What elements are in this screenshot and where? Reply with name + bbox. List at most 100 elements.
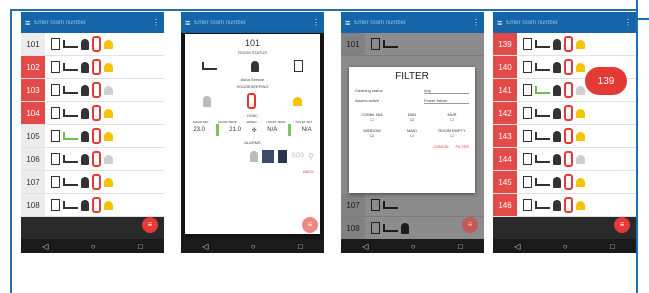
back-icon[interactable]: ◁ bbox=[362, 242, 368, 251]
alarms-heading: ALARMS bbox=[244, 140, 261, 145]
room-row[interactable]: 103 bbox=[21, 79, 164, 102]
back-button[interactable]: BACK bbox=[185, 169, 320, 174]
room-row[interactable]: 108 bbox=[21, 194, 164, 217]
back-icon[interactable]: ◁ bbox=[202, 242, 208, 251]
menu-icon[interactable]: ≡ bbox=[25, 18, 30, 28]
card-icon bbox=[523, 61, 532, 73]
room-row[interactable]: 105 bbox=[21, 125, 164, 148]
filter-button[interactable]: FILTER bbox=[456, 144, 469, 149]
fab-button[interactable]: ≡ bbox=[614, 217, 630, 233]
room-row[interactable]: 144 bbox=[493, 148, 636, 171]
bell-icon bbox=[576, 39, 585, 49]
card-icon bbox=[51, 107, 60, 119]
bed-icon bbox=[535, 40, 550, 48]
cancel-button[interactable]: CANCEL bbox=[433, 144, 449, 149]
more-icon[interactable]: ⋮ bbox=[624, 18, 632, 27]
room-number: 144 bbox=[493, 148, 517, 170]
room-row[interactable]: 101 bbox=[21, 33, 164, 56]
phone-room-list: ≡ Enter room number ⋮ 101 102 103 104 105 106… bbox=[21, 12, 164, 253]
cleaning-select[interactable]: Any bbox=[424, 88, 469, 94]
card-icon bbox=[51, 199, 60, 211]
menu-icon[interactable]: ≡ bbox=[185, 18, 190, 28]
room-row[interactable]: 142 bbox=[493, 102, 636, 125]
fab-button[interactable]: ≡ bbox=[462, 217, 478, 233]
menu-icon[interactable]: ≡ bbox=[497, 18, 502, 28]
toggle-room-empty[interactable]: ROOM EMPTY ☐ bbox=[433, 128, 471, 138]
room-icons bbox=[45, 59, 164, 75]
app-bar: ≡ Enter room number ⋮ bbox=[493, 12, 636, 33]
bed-icon bbox=[63, 178, 78, 186]
dnd-icon bbox=[564, 151, 573, 167]
more-icon[interactable]: ⋮ bbox=[152, 18, 160, 27]
bell-icon bbox=[576, 85, 585, 95]
room-row[interactable]: 102 bbox=[21, 56, 164, 79]
menu-icon[interactable]: ≡ bbox=[345, 18, 350, 28]
bell-icon bbox=[104, 200, 113, 210]
recent-icon[interactable]: □ bbox=[298, 242, 303, 251]
home-icon[interactable]: ○ bbox=[91, 242, 96, 251]
room-icons bbox=[45, 82, 164, 98]
hvac-values: 23.0 21.0 ✣ N/A N/A bbox=[185, 124, 320, 136]
room-row[interactable]: 106 bbox=[21, 148, 164, 171]
hvac-labels: ROOM SET ROOM TEMP SPEED TOILET TEMP TOI… bbox=[185, 120, 320, 124]
fab-button[interactable]: ≡ bbox=[142, 217, 158, 233]
room-list: 139 140 141 142 143 144 145 146 bbox=[493, 33, 636, 217]
more-icon[interactable]: ⋮ bbox=[312, 18, 320, 27]
search-input[interactable]: Enter room number bbox=[354, 20, 472, 26]
filter-title: FILTER bbox=[395, 71, 429, 82]
system-nav: ◁ ○ □ bbox=[341, 239, 484, 253]
room-row[interactable]: 104 bbox=[21, 102, 164, 125]
toggle-mur[interactable]: MUR ☐ bbox=[433, 112, 471, 122]
room-row[interactable]: 145 bbox=[493, 171, 636, 194]
recent-icon[interactable]: □ bbox=[610, 242, 615, 251]
bed-icon bbox=[535, 155, 550, 163]
room-icons bbox=[45, 128, 164, 144]
toggle-window[interactable]: WINDOW ☑ bbox=[353, 128, 391, 138]
back-icon[interactable]: ◁ bbox=[42, 242, 48, 251]
filter-dialog: FILTER Cleaning status Any Alarms active… bbox=[349, 67, 475, 193]
search-input[interactable]: Enter room number bbox=[34, 20, 152, 26]
room-row[interactable]: 146 bbox=[493, 194, 636, 217]
search-input[interactable]: Enter room number bbox=[506, 20, 624, 26]
checkbox-icon: ☐ bbox=[450, 133, 454, 138]
toggle-maid[interactable]: MAID ☐ bbox=[393, 128, 431, 138]
recent-icon[interactable]: □ bbox=[458, 242, 463, 251]
room-number: 105 bbox=[21, 125, 45, 147]
room-row[interactable]: 139 bbox=[493, 33, 636, 56]
dnd-icon bbox=[564, 105, 573, 121]
checkbox-icon: ☐ bbox=[450, 117, 454, 122]
person-icon bbox=[81, 130, 89, 142]
status-text: Asha Service bbox=[240, 77, 265, 82]
fab-button[interactable]: ≡ bbox=[302, 217, 318, 233]
hvac-label: SPEED bbox=[246, 120, 257, 124]
room-icons bbox=[517, 105, 636, 121]
toggle-comm[interactable]: COMM. N/A ☐ bbox=[353, 112, 391, 122]
sos-text: SOS bbox=[291, 153, 305, 159]
toilet-temp-value: N/A bbox=[267, 127, 278, 133]
room-number: 146 bbox=[493, 194, 517, 216]
dnd-icon bbox=[564, 128, 573, 144]
cleaning-row: Cleaning status Any bbox=[349, 86, 475, 96]
room-number: 106 bbox=[21, 148, 45, 170]
recent-icon[interactable]: □ bbox=[138, 242, 143, 251]
frame-right-tab bbox=[636, 18, 649, 20]
back-icon[interactable]: ◁ bbox=[514, 242, 520, 251]
bed-icon bbox=[535, 63, 550, 71]
room-row[interactable]: 143 bbox=[493, 125, 636, 148]
home-icon[interactable]: ○ bbox=[251, 242, 256, 251]
frame-right-line bbox=[636, 0, 638, 293]
search-input[interactable]: Enter room number bbox=[194, 20, 312, 26]
room-row[interactable]: 107 bbox=[21, 171, 164, 194]
room-number: 102 bbox=[21, 56, 45, 78]
alarms-select[interactable]: Power failure bbox=[424, 98, 469, 104]
home-icon[interactable]: ○ bbox=[411, 242, 416, 251]
bell-icon bbox=[104, 154, 113, 164]
toggle-dnd[interactable]: DND ☑ bbox=[393, 112, 431, 122]
home-icon[interactable]: ○ bbox=[563, 242, 568, 251]
dnd-icon bbox=[564, 82, 573, 98]
dnd-icon bbox=[564, 197, 573, 213]
room-temp-value: 21.0 bbox=[229, 127, 241, 133]
card-icon bbox=[523, 153, 532, 165]
person-icon bbox=[81, 61, 89, 73]
more-icon[interactable]: ⋮ bbox=[472, 18, 480, 27]
